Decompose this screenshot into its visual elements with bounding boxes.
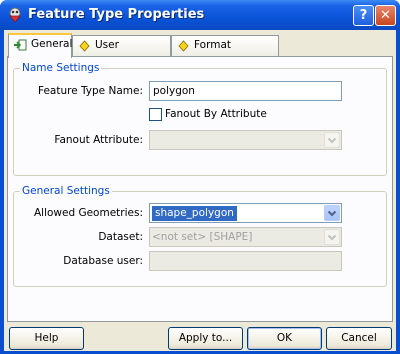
apply-to-button-label: Apply to... (178, 332, 233, 344)
ok-button[interactable]: OK (247, 327, 322, 350)
close-icon: ✕ (380, 8, 391, 23)
dialog-window: Feature Type Properties ? ✕ General User… (0, 0, 400, 354)
allowed-geometries-dropdown[interactable]: shape_polygon (149, 203, 342, 223)
tab-panel-general: Name Settings Feature Type Name: polygon… (7, 56, 393, 322)
tab-user-attributes[interactable]: User Attributes (72, 35, 171, 70)
general-tab-icon (14, 39, 27, 51)
ok-button-label: OK (276, 332, 293, 344)
cancel-button[interactable]: Cancel (326, 327, 392, 350)
diamond-icon (178, 40, 189, 52)
name-settings-title: Name Settings (20, 62, 102, 74)
apply-to-button[interactable]: Apply to... (168, 327, 243, 350)
feature-type-name-input[interactable]: polygon (149, 81, 342, 101)
feature-type-name-label: Feature Type Name: (38, 85, 143, 97)
fanout-by-attribute-checkbox[interactable] (149, 108, 162, 121)
chevron-down-icon (327, 210, 337, 217)
fanout-attribute-dropdown[interactable] (149, 130, 342, 150)
general-settings-group: General Settings Allowed Geometries: sha… (13, 185, 387, 287)
dataset-dropdown-arrow[interactable] (324, 229, 340, 245)
general-settings-title: General Settings (20, 185, 112, 197)
database-user-label: Database user: (63, 255, 143, 267)
dataset-value: <not set> [SHAPE] (152, 231, 253, 243)
help-button-label: Help (34, 332, 59, 344)
titlebar-close-button[interactable]: ✕ (375, 5, 396, 26)
dataset-dropdown[interactable]: <not set> [SHAPE] (149, 227, 342, 247)
dialog-client-area: General User Attributes Format Attribute… (4, 30, 396, 351)
fanout-by-attribute-label[interactable]: Fanout By Attribute (165, 108, 267, 120)
fanout-attribute-label: Fanout Attribute: (54, 134, 143, 146)
diamond-icon (79, 40, 90, 52)
help-button[interactable]: Help (9, 327, 84, 350)
allowed-geometries-value: shape_polygon (152, 206, 237, 221)
tab-general[interactable]: General (8, 33, 72, 58)
fanout-attribute-dropdown-arrow[interactable] (324, 132, 340, 148)
name-settings-group: Name Settings Feature Type Name: polygon… (13, 62, 387, 176)
allowed-geometries-dropdown-arrow[interactable] (324, 205, 340, 221)
fme-app-icon (9, 7, 21, 23)
tab-format-attributes[interactable]: Format Attributes (171, 35, 279, 70)
title-bar[interactable]: Feature Type Properties ? ✕ (0, 0, 400, 30)
allowed-geometries-label: Allowed Geometries: (33, 207, 143, 219)
chevron-down-icon (327, 137, 337, 144)
dataset-label: Dataset: (98, 231, 143, 243)
tab-general-label: General (31, 38, 73, 50)
help-icon: ? (359, 8, 368, 23)
feature-type-name-value: polygon (153, 85, 195, 97)
window-title: Feature Type Properties (28, 7, 205, 22)
database-user-input[interactable] (149, 251, 342, 271)
cancel-button-label: Cancel (341, 332, 377, 344)
titlebar-help-button[interactable]: ? (353, 5, 374, 26)
chevron-down-icon (327, 234, 337, 241)
